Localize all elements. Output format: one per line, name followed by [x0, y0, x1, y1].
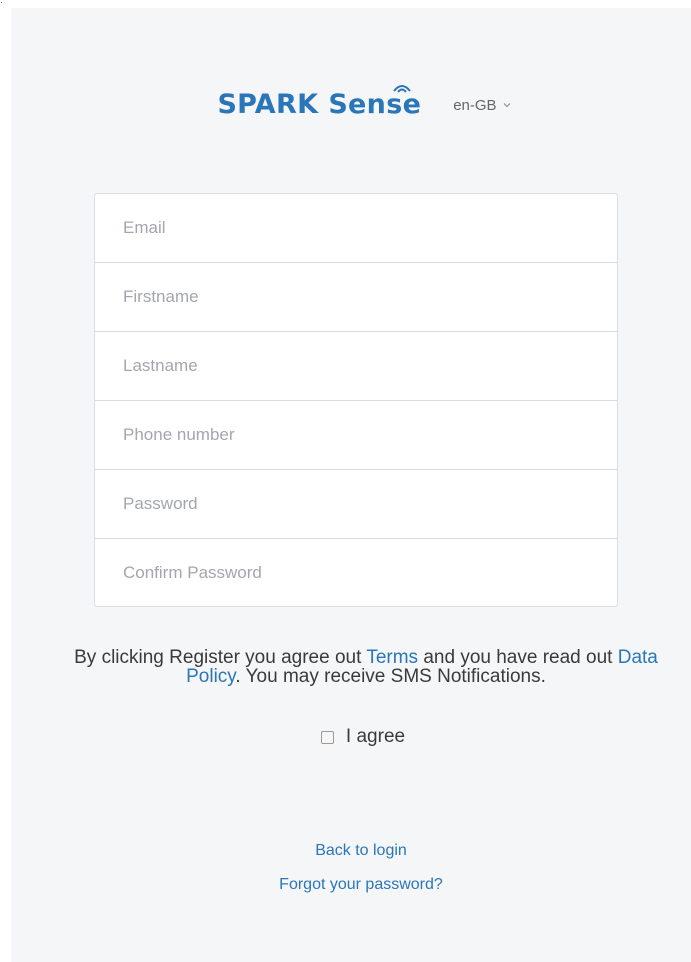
firstname-field[interactable]	[95, 263, 617, 332]
registration-form	[94, 193, 618, 607]
back-to-login-link[interactable]: Back to login	[315, 842, 407, 859]
spark-sense-logo: SPARK Sense	[217, 84, 422, 120]
confirm-password-field[interactable]	[95, 539, 617, 606]
agree-label[interactable]: I agree	[346, 726, 405, 748]
terms-text-after: . You may receive SMS Notifications.	[235, 666, 546, 687]
logo-word-sense-text: Sense	[328, 88, 422, 120]
register-panel: SPARK Sense en-GB By clicking Register y…	[11, 8, 691, 962]
email-field[interactable]	[95, 194, 617, 263]
terms-text-middle: and you have read out	[418, 647, 618, 668]
logo-word-sense: Sense	[328, 84, 422, 120]
corner-dot	[1, 2, 2, 3]
language-label: en-GB	[453, 96, 497, 114]
header: SPARK Sense en-GB	[11, 84, 691, 124]
back-to-login-row: Back to login	[21, 842, 691, 860]
signal-wave-icon	[393, 84, 411, 93]
chevron-down-icon	[503, 103, 510, 108]
forgot-password-link[interactable]: Forgot your password?	[279, 876, 443, 893]
terms-link[interactable]: Terms	[366, 647, 418, 668]
password-field[interactable]	[95, 470, 617, 539]
phone-number-field[interactable]	[95, 401, 617, 470]
agree-checkbox[interactable]	[320, 730, 334, 744]
terms-notice: By clicking Register you agree out Terms…	[71, 648, 661, 686]
language-selector[interactable]: en-GB	[453, 97, 510, 114]
terms-text-before: By clicking Register you agree out	[74, 647, 367, 668]
forgot-password-row: Forgot your password?	[21, 876, 691, 894]
agree-row: I agree	[11, 726, 691, 748]
logo-word-spark: SPARK	[217, 88, 319, 120]
lastname-field[interactable]	[95, 332, 617, 401]
